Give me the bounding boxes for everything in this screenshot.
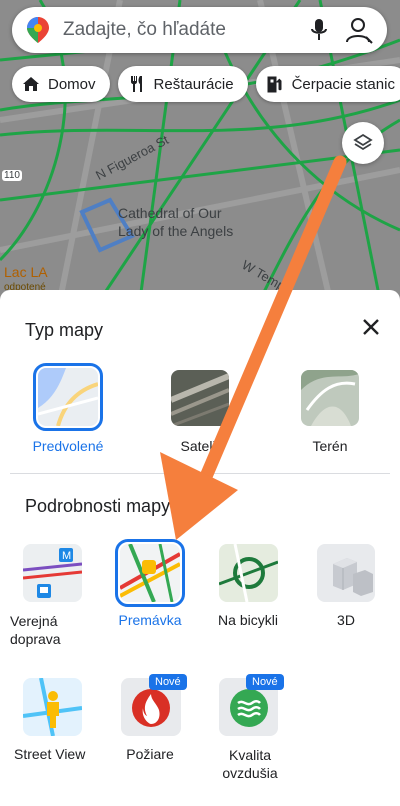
detail-bicycle-label: Na bicykli (218, 612, 278, 628)
terrain-map-thumbnail (301, 370, 359, 426)
detail-3d-label: 3D (337, 612, 355, 628)
default-map-thumbnail (38, 368, 98, 426)
detail-air-quality-label: Kvalita ovzdušia (222, 747, 278, 781)
detail-bicycle-tile[interactable] (219, 544, 278, 602)
3d-buildings-thumbnail (317, 544, 375, 602)
search-input[interactable]: Zadajte, čo hľadáte (63, 19, 311, 41)
fires-new-badge: Nové (149, 674, 187, 690)
map-type-satellite-tile[interactable] (171, 370, 229, 426)
detail-fires-label: Požiare (126, 746, 174, 762)
map-type-terrain-tile[interactable] (301, 370, 359, 426)
microphone-icon[interactable] (311, 19, 327, 41)
detail-transit-label: Verejná doprava (10, 613, 61, 647)
landmark-label: Cathedral of Our Lady of the Angels (118, 205, 234, 239)
close-icon[interactable] (360, 316, 382, 338)
map-type-default-label: Predvolené (32, 438, 104, 454)
air-quality-new-badge: Nové (246, 674, 284, 690)
chip-label: Čerpacie stanic (291, 75, 395, 93)
route-shield: 110 (2, 170, 22, 181)
detail-street-view-label: Street View (14, 746, 86, 762)
detail-traffic-label: Premávka (118, 612, 182, 628)
home-icon (23, 77, 39, 91)
chip-restaurants[interactable]: Reštaurácie (117, 66, 248, 102)
map-type-title: Typ mapy (25, 320, 104, 340)
maps-pin-icon (27, 17, 49, 43)
satellite-map-thumbnail (171, 370, 229, 426)
chip-label: Reštaurácie (153, 75, 234, 93)
account-icon[interactable] (345, 16, 373, 44)
transit-thumbnail: M (23, 544, 82, 602)
place-label: Lac LA (4, 264, 48, 280)
chip-home[interactable]: Domov (12, 66, 110, 102)
detail-traffic-tile[interactable] (115, 539, 185, 607)
street-view-thumbnail (23, 678, 82, 736)
sheet-divider (10, 473, 390, 474)
map-type-default-tile[interactable] (33, 363, 103, 431)
map-details-title: Podrobnosti mapy (25, 496, 171, 516)
map-type-satellite-label: Satelit (180, 438, 220, 454)
traffic-thumbnail (120, 544, 180, 602)
search-bar[interactable]: Zadajte, čo hľadáte (12, 7, 387, 53)
svg-text:M: M (62, 550, 71, 562)
gas-station-icon (267, 76, 282, 93)
layers-icon (353, 133, 373, 151)
detail-transit-tile[interactable]: M (23, 544, 82, 602)
chip-label: Domov (48, 75, 96, 93)
layers-button[interactable] (342, 122, 384, 164)
restaurant-icon (130, 76, 142, 92)
map-type-terrain-label: Terén (312, 438, 348, 454)
bicycle-thumbnail (219, 544, 278, 602)
detail-street-view-tile[interactable] (23, 678, 82, 736)
detail-3d-tile[interactable] (317, 544, 375, 602)
chip-gas-stations[interactable]: Čerpacie stanic (255, 66, 400, 102)
category-chips: Domov Reštaurácie Čerpacie stanic (12, 66, 400, 102)
